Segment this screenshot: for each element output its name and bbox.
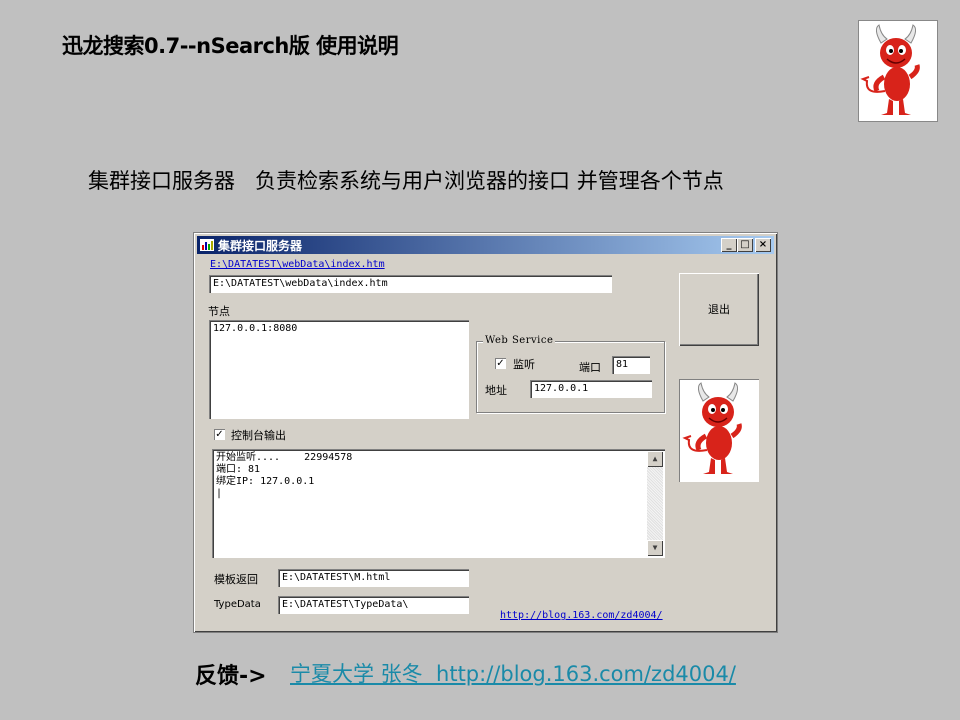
console-line: |	[216, 488, 223, 499]
typedata-label: TypeData	[214, 599, 261, 610]
feedback-link[interactable]: 宁夏大学 张冬 http://blog.163.com/zd4004/	[290, 658, 736, 688]
listen-checkbox[interactable]: ✓	[495, 358, 506, 369]
port-input[interactable]: 81	[612, 356, 650, 374]
app-window: 集群接口服务器 _ □ × E:\DATATEST\webData\index.…	[193, 232, 778, 633]
list-item[interactable]: 127.0.0.1:8080	[213, 323, 465, 334]
listen-label: 监听	[513, 358, 535, 371]
console-textarea[interactable]: 开始监听.... 22994578 端口: 81 绑定IP: 127.0.0.1…	[212, 449, 665, 558]
template-label: 模板返回	[214, 573, 258, 586]
console-line: 开始监听.... 22994578	[216, 452, 353, 463]
path-input[interactable]: E:\DATATEST\webData\index.htm	[209, 275, 612, 293]
window-title: 集群接口服务器	[218, 239, 303, 253]
console-scrollbar[interactable]: ▲ ▼	[647, 451, 663, 556]
nodes-list[interactable]: 127.0.0.1:8080	[209, 320, 469, 419]
exit-button[interactable]: 退出	[679, 273, 759, 346]
window-titlebar[interactable]: 集群接口服务器 _ □ ×	[197, 236, 774, 254]
slide-title: 迅龙搜索0.7--nSearch版 使用说明	[62, 34, 399, 58]
close-button[interactable]: ×	[755, 238, 771, 252]
template-input[interactable]: E:\DATATEST\M.html	[278, 569, 469, 587]
console-line: 绑定IP: 127.0.0.1	[216, 476, 315, 487]
minimize-button[interactable]: _	[721, 238, 737, 252]
typedata-input[interactable]: E:\DATATEST\TypeData\	[278, 596, 469, 614]
window-app-icon	[200, 239, 214, 251]
daemon-mascot-icon	[858, 20, 938, 122]
path-link[interactable]: E:\DATATEST\webData\index.htm	[210, 259, 385, 270]
blog-link[interactable]: http://blog.163.com/zd4004/	[500, 610, 663, 621]
web-service-group: Web Service ✓ 监听 端口 81 地址 127.0.0.1	[476, 335, 665, 413]
port-label: 端口	[579, 361, 601, 374]
maximize-button[interactable]: □	[737, 238, 753, 252]
console-output-checkbox[interactable]: ✓	[214, 429, 225, 440]
console-output-label: 控制台输出	[231, 429, 286, 442]
web-service-legend: Web Service	[483, 335, 556, 346]
daemon-picture-icon	[679, 379, 759, 482]
console-line: 端口: 81	[216, 464, 261, 475]
slide-subtitle: 集群接口服务器 负责检索系统与用户浏览器的接口 并管理各个节点	[88, 169, 724, 193]
feedback-label: 反馈->	[195, 664, 267, 689]
scroll-down-icon[interactable]: ▼	[647, 540, 663, 556]
address-label: 地址	[485, 384, 507, 397]
scroll-up-icon[interactable]: ▲	[647, 451, 663, 467]
nodes-label: 节点	[208, 305, 230, 318]
address-input[interactable]: 127.0.0.1	[530, 380, 652, 398]
